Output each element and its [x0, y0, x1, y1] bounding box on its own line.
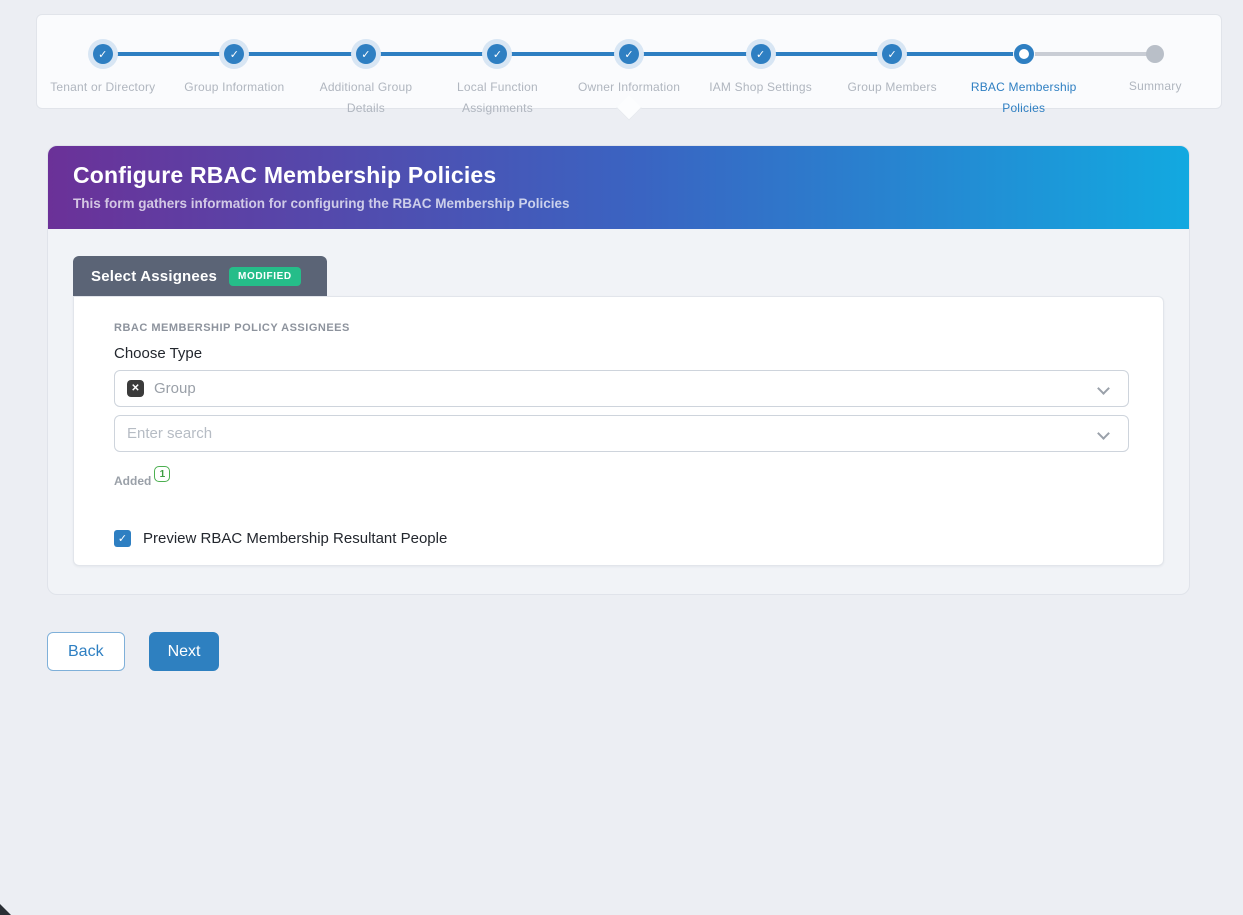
step-completed-icon: ✓ [751, 44, 771, 64]
modified-badge: MODIFIED [229, 267, 301, 286]
step-label: RBAC Membership Policies [960, 77, 1088, 119]
bottom-left-widget-corner [0, 904, 11, 915]
step-additional-group-details[interactable]: ✓ Additional Group Details [300, 44, 432, 119]
preview-checkbox-label: Preview RBAC Membership Resultant People [143, 530, 447, 547]
chevron-down-icon [1097, 382, 1110, 395]
step-label: Summary [1129, 76, 1182, 97]
rbac-form-card: Configure RBAC Membership Policies This … [47, 145, 1190, 595]
step-rbac-membership-policies[interactable]: ✓ RBAC Membership Policies [958, 44, 1090, 119]
choose-type-label: Choose Type [114, 345, 1123, 362]
assignee-search-select[interactable] [114, 415, 1129, 452]
preview-checkbox-row: ✓ Preview RBAC Membership Resultant Peop… [114, 530, 1123, 547]
assignees-panel: RBAC MEMBERSHIP POLICY ASSIGNEES Choose … [73, 296, 1164, 566]
step-active-icon: ✓ [1014, 44, 1034, 64]
step-group-information[interactable]: ✓ Group Information [169, 44, 301, 119]
step-completed-icon: ✓ [619, 44, 639, 64]
step-iam-shop-settings[interactable]: ✓ IAM Shop Settings [695, 44, 827, 119]
step-group-members[interactable]: ✓ Group Members [826, 44, 958, 119]
step-label: Owner Information [578, 77, 680, 98]
check-icon: ✓ [118, 532, 127, 545]
card-header: Configure RBAC Membership Policies This … [48, 146, 1189, 229]
remove-token-button[interactable]: ✕ [127, 380, 144, 397]
step-completed-icon: ✓ [356, 44, 376, 64]
added-label: Added [114, 474, 151, 488]
type-select[interactable]: ✕ Group [114, 370, 1129, 407]
added-count-badge: 1 [154, 466, 170, 482]
step-completed-icon: ✓ [93, 44, 113, 64]
step-summary[interactable]: ✓ Summary [1090, 44, 1222, 119]
section-label: RBAC MEMBERSHIP POLICY ASSIGNEES [114, 322, 1123, 334]
back-button[interactable]: Back [47, 632, 125, 671]
step-owner-information[interactable]: ✓ Owner Information [563, 44, 695, 119]
step-label: Tenant or Directory [50, 77, 155, 98]
chevron-down-icon [1097, 427, 1110, 440]
preview-checkbox[interactable]: ✓ [114, 530, 131, 547]
search-input[interactable] [127, 425, 1088, 442]
selected-type-token: Group [154, 380, 196, 397]
page-subtitle: This form gathers information for config… [73, 196, 1164, 211]
added-summary: Added 1 [114, 466, 1123, 488]
tab-label: Select Assignees [91, 268, 217, 285]
step-label: Additional Group Details [302, 77, 430, 119]
wizard-actions: Back Next [47, 632, 219, 671]
step-completed-icon: ✓ [224, 44, 244, 64]
step-label: Group Information [184, 77, 284, 98]
step-completed-icon: ✓ [882, 44, 902, 64]
step-upcoming-icon: ✓ [1146, 45, 1164, 63]
tab-select-assignees[interactable]: Select Assignees MODIFIED [73, 256, 327, 296]
step-local-function-assignments[interactable]: ✓ Local Function Assignments [432, 44, 564, 119]
step-completed-icon: ✓ [487, 44, 507, 64]
wizard-stepper: ✓ Tenant or Directory ✓ Group Informatio… [36, 14, 1222, 109]
step-label: Local Function Assignments [433, 77, 561, 119]
step-tenant-or-directory[interactable]: ✓ Tenant or Directory [37, 44, 169, 119]
next-button[interactable]: Next [149, 632, 220, 671]
step-label: IAM Shop Settings [709, 77, 812, 98]
close-icon: ✕ [131, 383, 139, 394]
step-label: Group Members [848, 77, 937, 98]
page-title: Configure RBAC Membership Policies [73, 162, 1164, 189]
